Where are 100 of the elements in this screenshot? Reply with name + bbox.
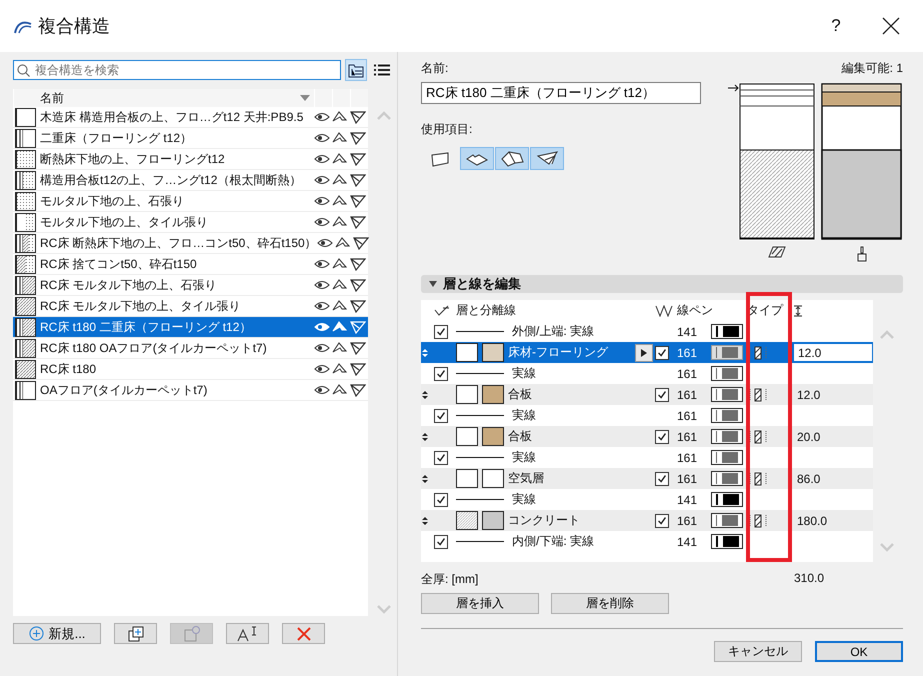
drag-handle-icon[interactable] — [421, 432, 429, 442]
layer-row[interactable]: 合板 161 20.0 — [421, 426, 873, 447]
total-value: 310.0 — [794, 571, 824, 585]
checkbox[interactable] — [434, 366, 448, 380]
check-column-icon[interactable] — [655, 304, 673, 316]
pen-swatch[interactable] — [711, 513, 743, 528]
list-item[interactable]: モルタル下地の上、タイル張り — [13, 212, 368, 233]
layer-button[interactable]: 層を挿入 — [421, 593, 539, 614]
new-button[interactable]: 新規... — [13, 623, 101, 644]
list-item[interactable]: RC床 断熱床下地の上、フロ…コンt50、砕石t150） — [13, 233, 368, 254]
checkbox[interactable] — [434, 324, 448, 338]
pen-swatch[interactable] — [711, 534, 743, 549]
checkbox[interactable] — [434, 408, 448, 422]
list-item[interactable]: OAフロア(タイルカーペットt7) — [13, 380, 368, 401]
pen-swatch[interactable] — [711, 492, 743, 507]
help-button[interactable]: ? — [811, 16, 861, 36]
checkbox[interactable] — [434, 450, 448, 464]
close-icon[interactable] — [881, 16, 901, 36]
window-title: 複合構造 — [38, 15, 111, 38]
checkbox[interactable] — [434, 492, 448, 506]
list-item[interactable]: 木造床 構造用合板の上、フロ…グt12 天井:PB9.5 — [13, 107, 368, 128]
list-item[interactable]: 二重床（フローリング t12） — [13, 128, 368, 149]
list-item[interactable]: 断熱床下地の上、フローリングt12 — [13, 149, 368, 170]
separator-line-label[interactable]: 実線 — [456, 363, 635, 384]
pen-swatch[interactable] — [711, 408, 743, 423]
layer-row[interactable]: 床材-フローリング 161 12.0 — [421, 342, 873, 363]
delete-button[interactable] — [282, 623, 325, 644]
layer-row[interactable]: 空気層 161 86.0 — [421, 468, 873, 489]
checkbox[interactable] — [655, 514, 669, 528]
fill-swatch[interactable] — [456, 511, 478, 530]
checkbox[interactable] — [655, 472, 669, 486]
drag-handle-icon[interactable] — [421, 474, 429, 484]
name-field[interactable]: RC床 t180 二重床（フローリング t12） — [421, 82, 701, 104]
pen-swatch[interactable] — [711, 345, 743, 360]
pen-number: 161 — [677, 472, 698, 486]
folder-add-icon — [184, 626, 200, 642]
pen-swatch[interactable] — [711, 450, 743, 465]
shell-icon — [350, 152, 366, 166]
folder-view-button[interactable] — [345, 59, 367, 81]
layer-name: 床材-フローリング — [508, 344, 608, 361]
pen-swatch[interactable] — [711, 387, 743, 402]
color-swatch[interactable] — [482, 511, 504, 530]
thickness-value[interactable]: 180.0 — [793, 514, 873, 528]
thickness-value[interactable]: 12.0 — [793, 388, 873, 402]
checkbox[interactable] — [655, 346, 669, 360]
checkbox[interactable] — [655, 430, 669, 444]
slab-toggle[interactable] — [460, 147, 494, 170]
list-item[interactable]: RC床 t180 — [13, 359, 368, 380]
fill-swatch[interactable] — [456, 343, 478, 362]
hatch-icon[interactable] — [768, 246, 786, 258]
section-header[interactable]: 層と線を編集 — [421, 275, 903, 293]
duplicate-button[interactable] — [114, 623, 157, 644]
roof-toggle[interactable] — [495, 147, 529, 170]
drag-handle-icon[interactable] — [421, 390, 429, 400]
search-field[interactable]: 複合構造を検索 — [13, 60, 341, 80]
layer-row[interactable]: 合板 161 12.0 — [421, 384, 873, 405]
fill-swatch[interactable] — [456, 427, 478, 446]
separator-line-label[interactable]: 外側/上端: 実線 — [456, 321, 635, 342]
fill-swatch[interactable] — [456, 385, 478, 404]
list-item[interactable]: RC床 t180 OAフロア(タイルカーペットt7) — [13, 338, 368, 359]
pen-swatch[interactable] — [711, 471, 743, 486]
separator-line-label[interactable]: 実線 — [456, 447, 635, 468]
color-swatch[interactable] — [482, 343, 504, 362]
color-swatch[interactable] — [482, 385, 504, 404]
thickness-value[interactable]: 86.0 — [793, 472, 873, 486]
pen-swatch[interactable] — [711, 366, 743, 381]
check-all-icon[interactable] — [434, 304, 450, 316]
pen-swatch[interactable] — [711, 324, 743, 339]
dialog-button[interactable]: OK — [815, 641, 903, 662]
list-item[interactable]: RC床 モルタル下地の上、石張り — [13, 275, 368, 296]
separator-line-label[interactable]: 実線 — [456, 405, 635, 426]
roof-icon — [332, 299, 348, 313]
list-item[interactable]: RC床 捨てコンt50、砕石t150 — [13, 254, 368, 275]
dialog-button[interactable]: キャンセル — [714, 641, 802, 662]
thickness-value[interactable]: 12.0 — [793, 343, 873, 362]
rename-button[interactable] — [226, 623, 269, 644]
pen-number: 161 — [677, 430, 698, 444]
pen-swatch[interactable] — [711, 429, 743, 444]
list-item[interactable]: モルタル下地の上、石張り — [13, 191, 368, 212]
separator-line-label[interactable]: 内側/下端: 実線 — [456, 531, 635, 552]
list-item[interactable]: 構造用合板t12の上、フ…ングt12（根太間断熱） — [13, 170, 368, 191]
menu-arrow-button[interactable] — [635, 344, 653, 362]
shell-toggle[interactable] — [530, 147, 564, 170]
eye-icon — [314, 215, 330, 229]
fill-swatch[interactable] — [456, 469, 478, 488]
drag-handle-icon[interactable] — [421, 348, 429, 358]
list-item[interactable]: RC床 t180 二重床（フローリング t12） — [13, 317, 368, 338]
checkbox[interactable] — [434, 534, 448, 548]
roof-icon — [332, 341, 348, 355]
separator-line-label[interactable]: 実線 — [456, 489, 635, 510]
layer-button[interactable]: 層を削除 — [551, 593, 669, 614]
shell-icon — [350, 320, 366, 334]
color-swatch[interactable] — [482, 469, 504, 488]
layer-row[interactable]: コンクリート 161 180.0 — [421, 510, 873, 531]
brush-icon[interactable] — [856, 246, 868, 262]
checkbox[interactable] — [655, 388, 669, 402]
thickness-value[interactable]: 20.0 — [793, 430, 873, 444]
color-swatch[interactable] — [482, 427, 504, 446]
drag-handle-icon[interactable] — [421, 516, 429, 526]
shell-icon — [350, 341, 366, 355]
